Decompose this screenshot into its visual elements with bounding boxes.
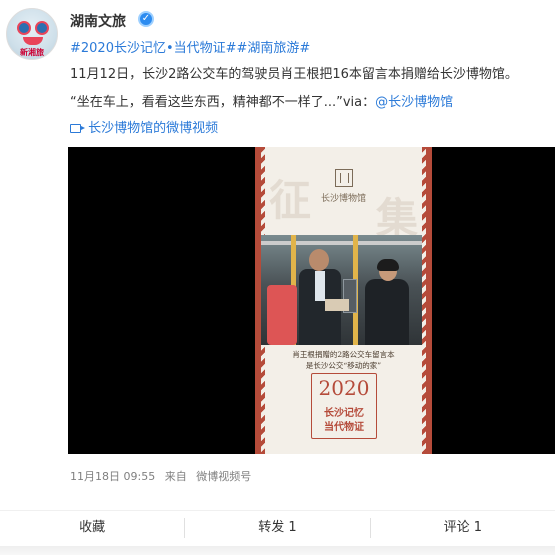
badge-line1: 长沙记忆 — [324, 408, 364, 419]
avatar-mouth — [23, 37, 43, 45]
bottom-separator — [0, 546, 555, 555]
badge-year: 2020 — [318, 376, 370, 400]
quote-text: “坐在车上，看看这些东西，精神都不一样了...”via： — [70, 95, 376, 110]
poster-museum-name: 长沙博物馆 — [320, 194, 366, 204]
author-name[interactable]: 湖南文旅 — [70, 11, 126, 31]
poster-caption-line1: 肖王根捐赠的2路公交车留言本 — [292, 350, 395, 359]
video-frame-photo — [261, 235, 426, 345]
avatar-eyes — [17, 21, 49, 35]
poster-caption-line2: 是长沙公交“移动的家” — [305, 361, 382, 370]
post-timestamp[interactable]: 11月18日 09:55 — [70, 470, 155, 483]
mention-link[interactable]: @长沙博物馆 — [375, 95, 453, 110]
driver-figure — [299, 249, 341, 345]
action-bar: 收藏 转发 1 评论 1 — [0, 510, 555, 546]
video-player[interactable]: 征 集 长沙博物馆 肖王根捐赠的2路公交车留言本 是长沙公交“移动的家” 202… — [68, 147, 555, 454]
source-label: 来自 — [164, 470, 187, 483]
passenger-figure — [361, 259, 409, 345]
topic-tags[interactable]: #2020长沙记忆•当代物证##湖南旅游# — [70, 40, 310, 58]
video-poster: 征 集 长沙博物馆 肖王根捐赠的2路公交车留言本 是长沙公交“移动的家” 202… — [255, 147, 432, 454]
video-source-link[interactable]: 长沙博物馆的微博视频 — [70, 120, 218, 138]
post-quote: “坐在车上，看看这些东西，精神都不一样了...”via：@长沙博物馆 — [70, 94, 453, 112]
museum-logo-icon — [335, 169, 353, 187]
verified-badge-icon: ✓ — [138, 11, 154, 27]
post-meta: 11月18日 09:55 来自 微博视频号 — [70, 468, 257, 484]
badge-line2: 当代物证 — [324, 422, 364, 433]
repost-button[interactable]: 转发 1 — [185, 511, 369, 546]
favorite-button[interactable]: 收藏 — [0, 511, 184, 546]
avatar[interactable]: 新湘旅 — [6, 8, 58, 60]
video-source-label[interactable]: 长沙博物馆的微博视频 — [88, 121, 218, 136]
poster-caption: 肖王根捐赠的2路公交车留言本 是长沙公交“移动的家” — [269, 349, 418, 371]
poster-badge: 2020 长沙记忆 当代物证 — [311, 373, 377, 439]
comment-button[interactable]: 评论 1 — [371, 511, 555, 546]
video-camera-icon — [70, 124, 85, 133]
post-text: 11月12日，长沙2路公交车的驾驶员肖王根把16本留言本捐赠给长沙博物馆。 — [70, 67, 518, 82]
source-name[interactable]: 微博视频号 — [196, 470, 251, 483]
avatar-tagline: 新湘旅 — [20, 48, 44, 57]
